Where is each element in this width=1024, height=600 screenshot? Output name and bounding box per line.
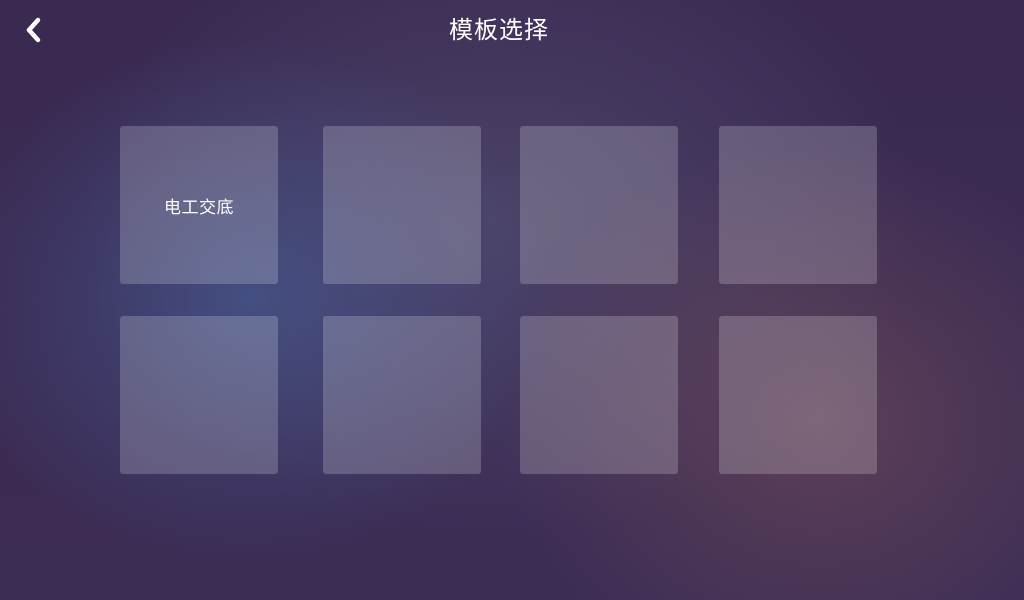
template-tile[interactable] xyxy=(719,126,877,284)
template-tile[interactable] xyxy=(120,316,278,474)
template-tile[interactable] xyxy=(520,126,678,284)
template-grid: 电工交底 xyxy=(0,0,1024,600)
template-tile[interactable] xyxy=(520,316,678,474)
template-tile-label: 电工交底 xyxy=(164,197,234,218)
template-tile[interactable] xyxy=(323,316,481,474)
template-tile[interactable] xyxy=(719,316,877,474)
template-tile[interactable] xyxy=(323,126,481,284)
template-tile[interactable]: 电工交底 xyxy=(120,126,278,284)
